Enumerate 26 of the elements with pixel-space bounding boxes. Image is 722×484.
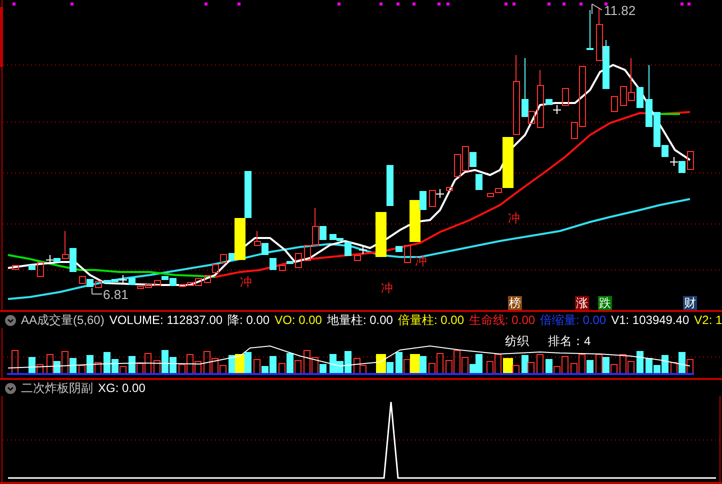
chevron-down-icon[interactable]: [5, 314, 16, 326]
indicator-value: XG: 0.00: [98, 381, 146, 395]
indicator-value: VOLUME: 112837.00: [109, 313, 223, 327]
signal-tag: 财: [683, 296, 697, 310]
indicator-value: 地量柱: 0.00: [326, 312, 393, 328]
signal-label: 冲: [240, 276, 252, 289]
indicator-value: 倍量柱: 0.00: [398, 312, 464, 328]
signal-label: 冲: [508, 212, 520, 225]
signal-label: 冲: [415, 255, 427, 268]
high-price-label: 11.82: [604, 4, 636, 18]
indicator-value: 降: 0.00: [228, 312, 270, 328]
indicator-value: V1: 103949.40: [611, 313, 690, 327]
chevron-down-icon[interactable]: [5, 382, 16, 394]
low-price-label: 6.81: [103, 288, 128, 302]
indicator-value: VO: 0.00: [274, 313, 322, 327]
signal-tag: 榜: [508, 296, 522, 310]
signal-tag: 涨: [575, 296, 589, 310]
indicator-title: 二次炸板阴副: [21, 380, 93, 396]
indicator-value: 倍缩量: 0.00: [540, 312, 606, 328]
indicator-value: 生命线: 0.00: [469, 312, 536, 328]
signal-tag: 跌: [598, 296, 612, 310]
rank-label: 排名：4: [548, 334, 591, 348]
indicator-title: AA成交量(5,60): [21, 312, 104, 328]
sector-label: 纺织: [505, 334, 529, 348]
indicator-value: V2: 1: [694, 313, 722, 327]
signal-label: 冲: [381, 282, 393, 295]
